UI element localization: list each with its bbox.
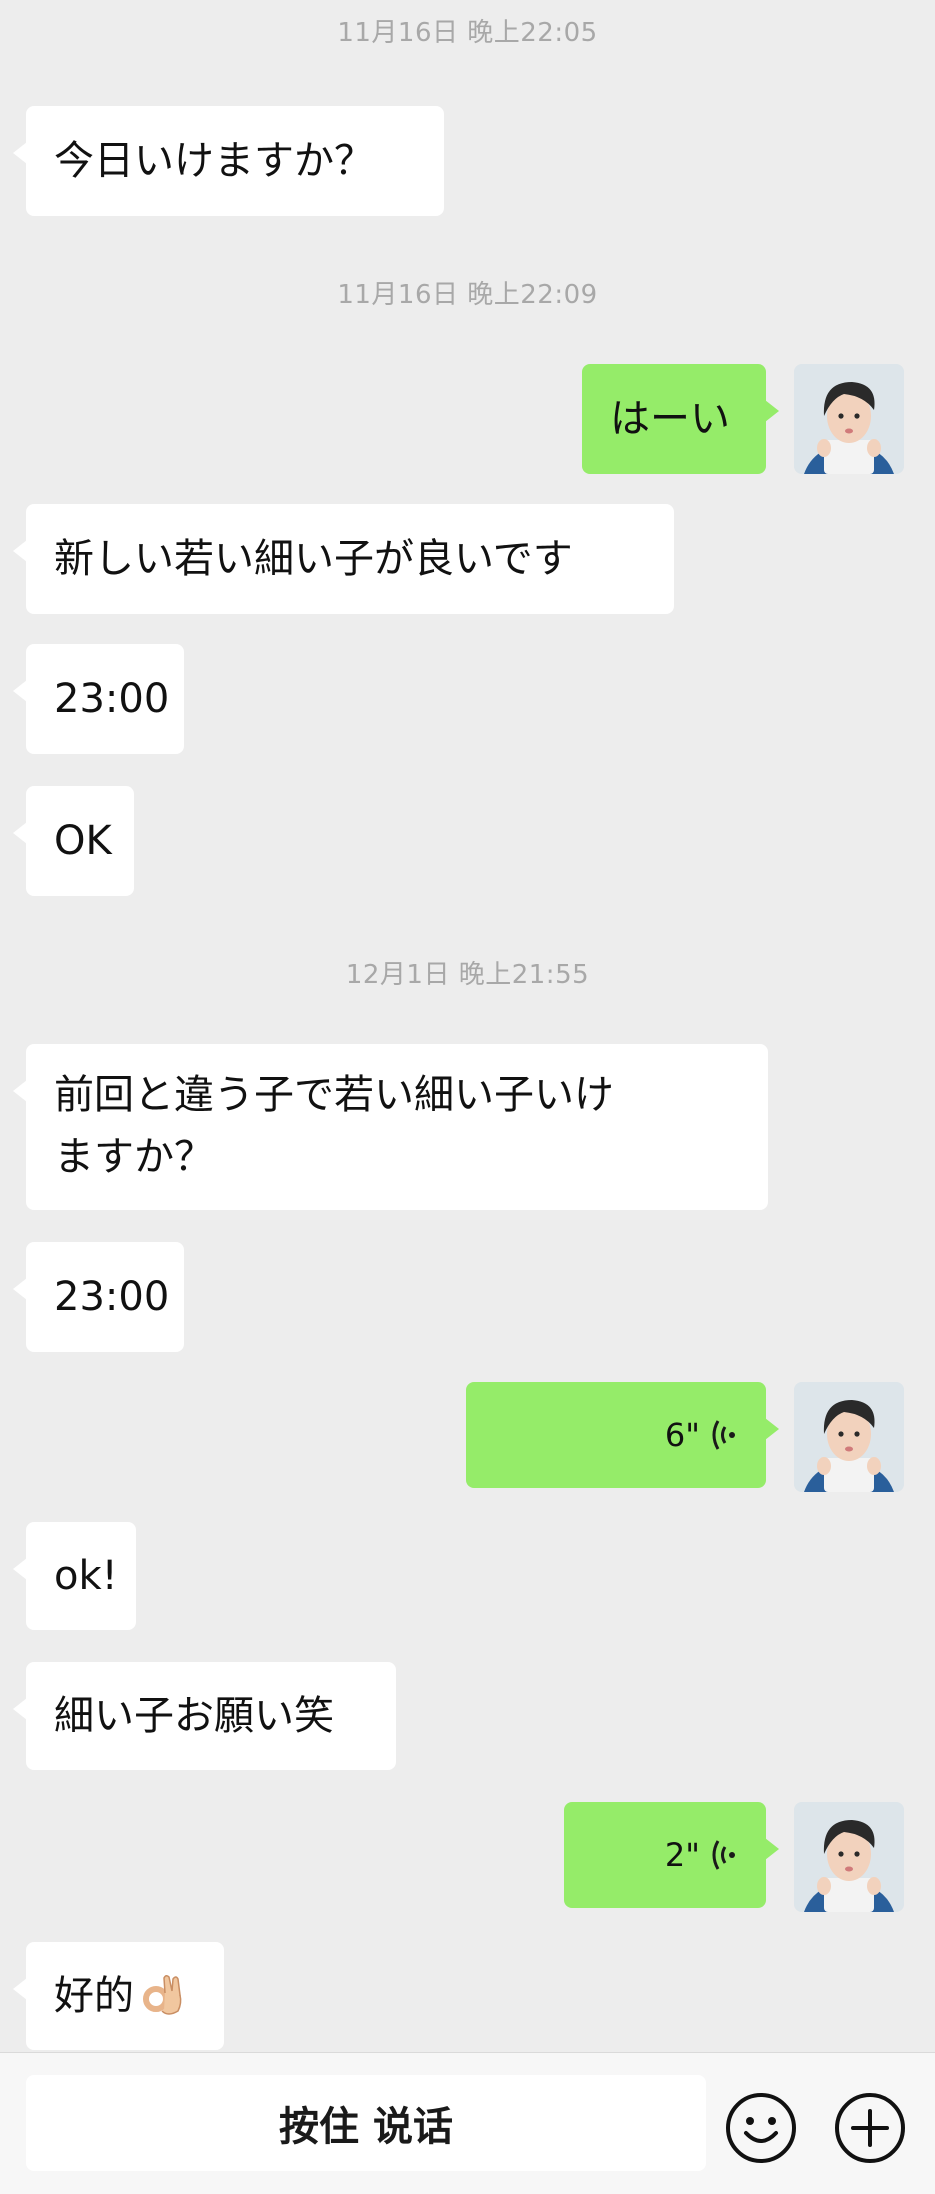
hold-to-talk-button[interactable]: 按住 说话 (26, 2075, 706, 2171)
input-toolbar: 按住 说话 (0, 2052, 935, 2194)
message-bubble-incoming[interactable]: 新しい若い細い子が良いです (13, 504, 674, 614)
message-text: 新しい若い細い子が良いです (54, 536, 573, 582)
user-avatar[interactable] (794, 1382, 904, 1492)
ok-hand-emoji-icon (143, 1974, 182, 2015)
user-avatar[interactable] (794, 1802, 904, 1912)
voice-wave-icon (712, 1840, 735, 1870)
voice-message-outgoing[interactable]: 6" (466, 1382, 779, 1488)
message-bubble-incoming[interactable]: 23:00 (13, 644, 184, 754)
message-text-line: 前回と違う子で若い細い子いけ (54, 1072, 614, 1118)
message-bubble-incoming[interactable]: 今日いけますか？ (13, 106, 444, 216)
plus-circle-icon[interactable] (833, 2091, 907, 2165)
smiley-face-icon[interactable] (724, 2091, 798, 2165)
voice-message-outgoing[interactable]: 2" (564, 1802, 779, 1908)
message-bubble-incoming[interactable]: 23:00 (13, 1242, 184, 1352)
message-bubble-outgoing[interactable]: はーい (582, 364, 779, 474)
message-text: 前回と違う子で若い細い子いけ ますか？ (54, 1064, 614, 1188)
message-bubble-incoming[interactable]: 前回と違う子で若い細い子いけ ますか？ (13, 1044, 768, 1210)
message-text: 今日いけますか？ (54, 138, 374, 184)
message-text: OK (54, 818, 112, 864)
chat-message-list[interactable]: 11月16日 晚上22:05 今日いけますか？ 11月16日 晚上22:09 は… (0, 0, 935, 2052)
voice-wave-icon (712, 1420, 735, 1450)
message-text: 好的 (54, 1973, 134, 2019)
timestamp: 12月1日 晚上21:55 (345, 960, 590, 990)
message-text: はーい (610, 396, 730, 442)
message-bubble-incoming[interactable]: ok! (13, 1522, 136, 1630)
message-bubble-incoming[interactable]: 好的 (13, 1942, 224, 2050)
message-text: 23:00 (54, 1274, 170, 1320)
message-bubble-incoming[interactable]: OK (13, 786, 134, 896)
message-text-line: ますか？ (54, 1134, 214, 1180)
message-text: 23:00 (54, 676, 170, 722)
voice-duration: 2" (664, 1836, 700, 1874)
voice-duration: 6" (664, 1416, 700, 1454)
message-bubble-incoming[interactable]: 細い子お願い笑 (13, 1662, 396, 1770)
message-text: ok! (54, 1553, 118, 1599)
user-avatar[interactable] (794, 364, 904, 474)
message-text: 細い子お願い笑 (54, 1693, 334, 1739)
timestamp: 11月16日 晚上22:05 (337, 18, 598, 48)
timestamp: 11月16日 晚上22:09 (337, 280, 598, 310)
